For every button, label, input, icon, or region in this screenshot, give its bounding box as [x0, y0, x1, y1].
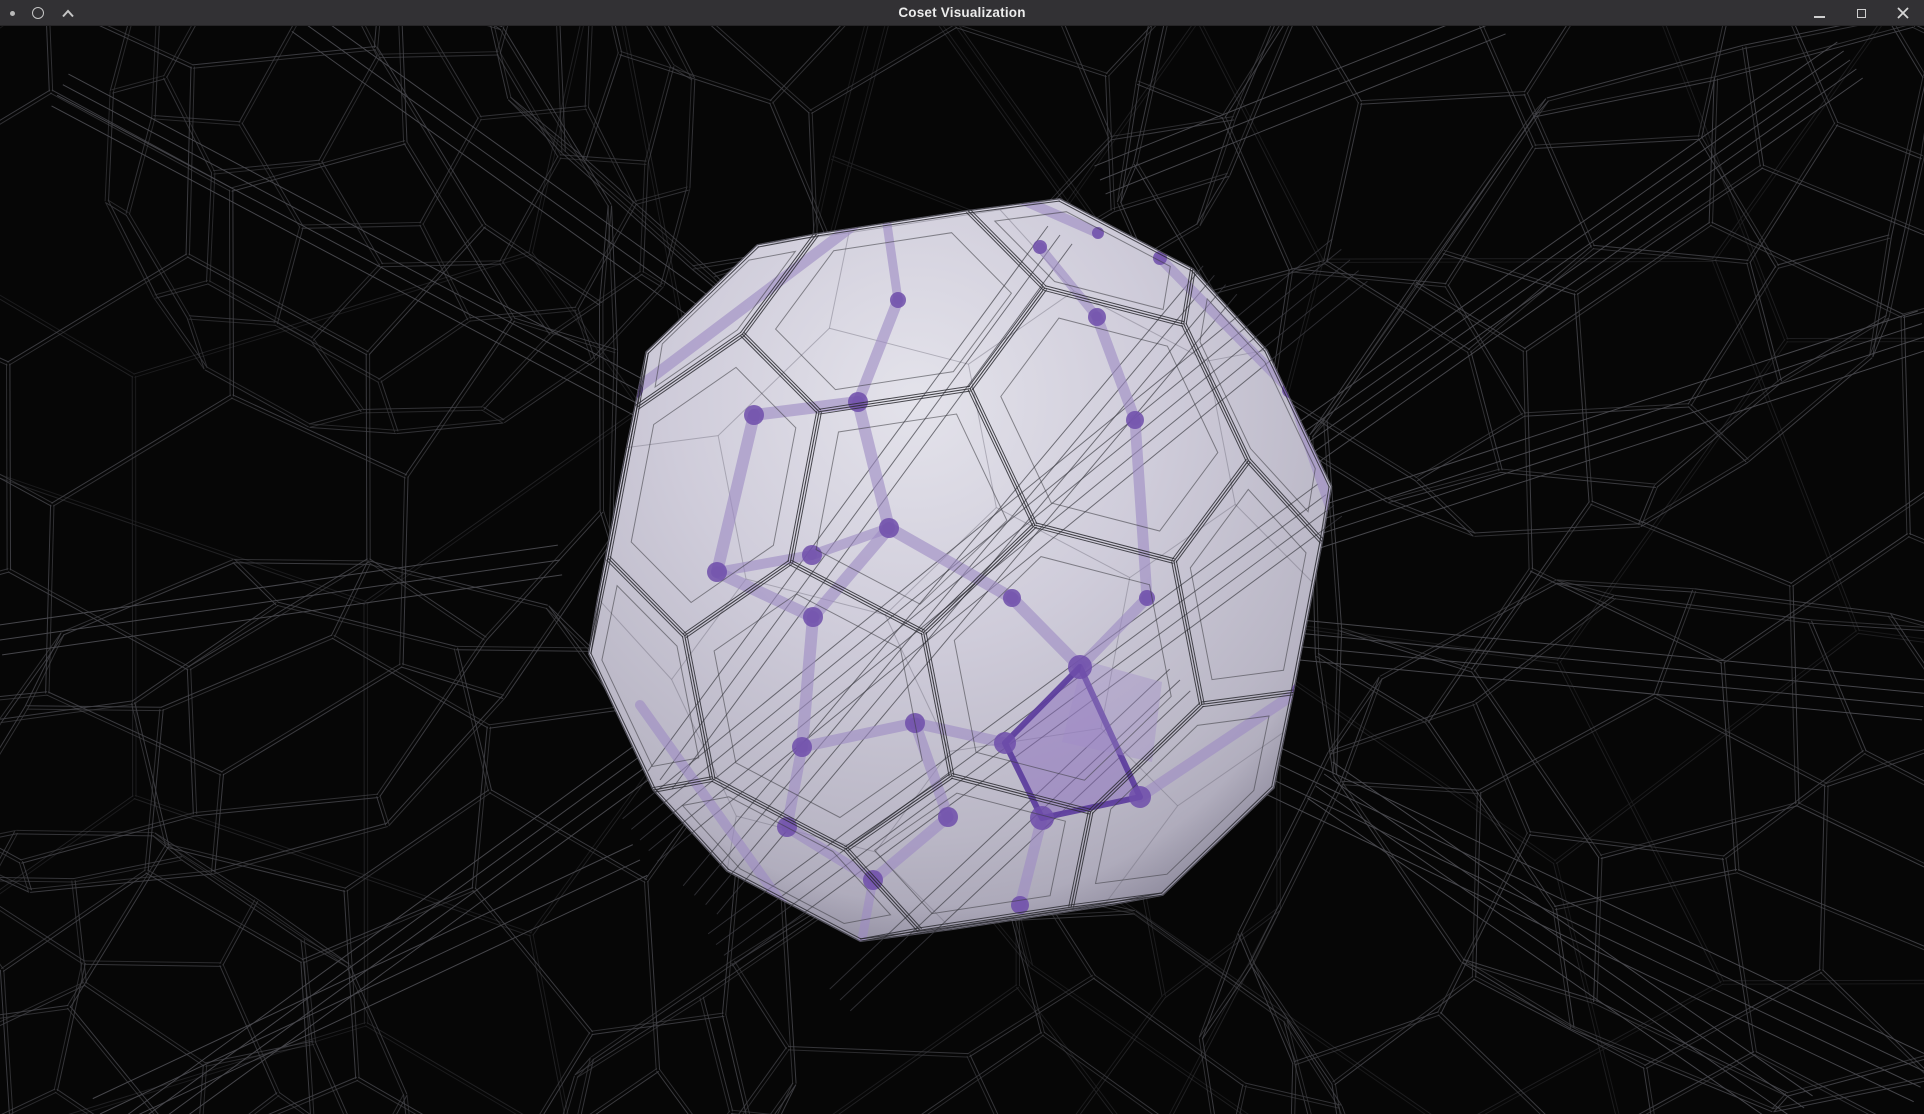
3d-viewport[interactable] [0, 26, 1924, 1114]
minimize-button[interactable] [1810, 2, 1828, 24]
maximize-icon [1857, 9, 1866, 18]
window-title: Coset Visualization [0, 0, 1924, 26]
app-window: Coset Visualization [0, 0, 1924, 1114]
coset-3d-scene [0, 26, 1924, 1114]
maximize-button[interactable] [1852, 2, 1870, 24]
minimize-icon [1814, 16, 1825, 18]
chevron-up-icon[interactable] [61, 9, 75, 18]
dot-icon [10, 11, 15, 16]
close-button[interactable] [1894, 2, 1912, 24]
close-icon [1897, 7, 1909, 19]
titlebar[interactable]: Coset Visualization [0, 0, 1924, 26]
circle-icon[interactable] [32, 7, 44, 19]
